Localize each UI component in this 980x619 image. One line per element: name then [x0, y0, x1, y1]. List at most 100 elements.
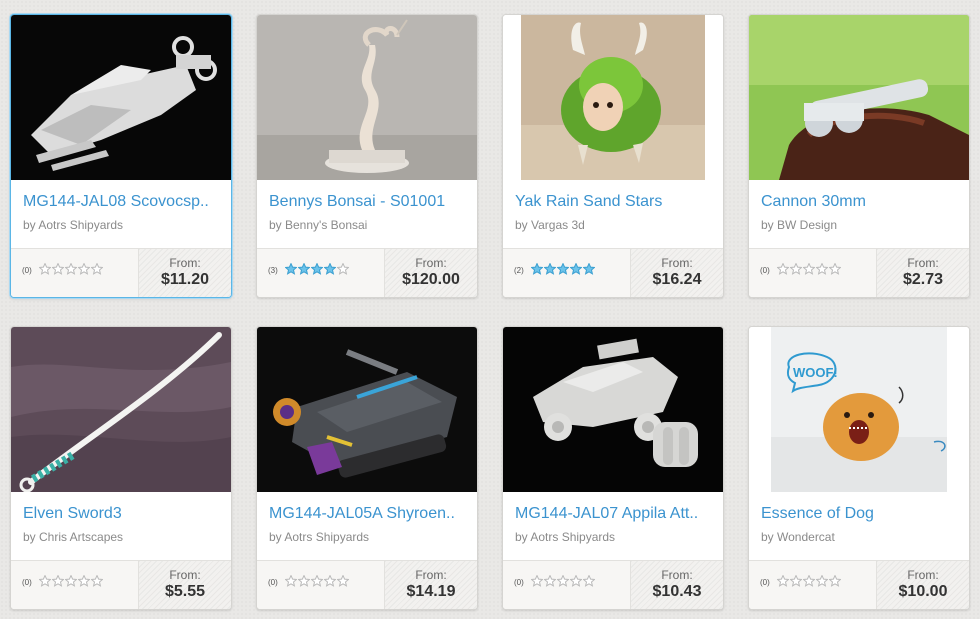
star-empty-icon — [298, 575, 310, 587]
star-filled-icon — [285, 263, 297, 275]
star-empty-icon — [65, 575, 77, 587]
star-empty-icon — [39, 263, 51, 275]
star-empty-icon — [790, 575, 802, 587]
product-thumbnail[interactable]: WOOF! — [749, 327, 969, 492]
from-label: From: — [169, 568, 201, 582]
product-author[interactable]: by BW Design — [761, 218, 837, 232]
product-title[interactable]: Bennys Bonsai - S01001 — [269, 193, 469, 211]
star-filled-icon — [544, 263, 556, 275]
product-price: $14.19 — [406, 583, 456, 600]
review-count: (0) — [22, 266, 32, 275]
product-price: $120.00 — [402, 271, 460, 288]
product-price: $11.20 — [160, 271, 210, 288]
star-empty-icon — [777, 263, 789, 275]
star-empty-icon — [790, 263, 802, 275]
product-title[interactable]: Yak Rain Sand Stars — [515, 193, 715, 211]
star-empty-icon — [544, 575, 556, 587]
product-title[interactable]: Essence of Dog — [761, 505, 961, 523]
star-empty-icon — [324, 575, 336, 587]
product-author[interactable]: by Wondercat — [761, 530, 835, 544]
product-author[interactable]: by Aotrs Shipyards — [515, 530, 615, 544]
review-count: (0) — [514, 578, 524, 587]
product-title[interactable]: MG144-JAL07 Appila Att.. — [515, 505, 715, 523]
from-label: From: — [415, 256, 447, 270]
product-thumbnail[interactable] — [257, 327, 477, 492]
star-empty-icon — [570, 575, 582, 587]
product-author[interactable]: by Chris Artscapes — [23, 530, 123, 544]
review-count: (0) — [760, 578, 770, 587]
woof-label: WOOF! — [793, 365, 838, 380]
star-filled-icon — [298, 263, 310, 275]
from-label: From: — [169, 256, 201, 270]
from-label: From: — [907, 256, 939, 270]
product-card[interactable]: Elven Sword3 by Chris Artscapes (0) From… — [10, 326, 232, 610]
review-count: (2) — [514, 266, 524, 275]
price-box: From: $5.55 — [138, 561, 231, 609]
product-card[interactable]: MG144-JAL08 Scovocsp.. by Aotrs Shipyard… — [10, 14, 232, 298]
review-count: (0) — [268, 578, 278, 587]
price-box: From: $2.73 — [876, 249, 969, 297]
product-price: $10.00 — [898, 583, 948, 600]
product-title[interactable]: Cannon 30mm — [761, 193, 961, 211]
product-card[interactable]: MG144-JAL07 Appila Att.. by Aotrs Shipya… — [502, 326, 724, 610]
card-footer: (2) From: $16.24 — [503, 248, 723, 297]
star-empty-icon — [285, 575, 297, 587]
card-footer: (0) From: $10.00 — [749, 560, 969, 609]
star-filled-icon — [324, 263, 336, 275]
product-card[interactable]: Yak Rain Sand Stars by Vargas 3d (2) Fro… — [502, 14, 724, 298]
star-empty-icon — [91, 575, 103, 587]
review-count: (0) — [22, 578, 32, 587]
star-empty-icon — [311, 575, 323, 587]
product-thumbnail[interactable] — [257, 15, 477, 180]
card-footer: (0) From: $2.73 — [749, 248, 969, 297]
star-empty-icon — [78, 575, 90, 587]
product-price: $16.24 — [652, 271, 702, 288]
star-empty-icon — [816, 575, 828, 587]
product-thumbnail[interactable] — [11, 15, 231, 180]
card-footer: (0) From: $5.55 — [11, 560, 231, 609]
star-empty-icon — [829, 575, 841, 587]
star-filled-icon — [557, 263, 569, 275]
price-box: From: $120.00 — [384, 249, 477, 297]
star-empty-icon — [65, 263, 77, 275]
star-empty-icon — [557, 575, 569, 587]
from-label: From: — [415, 568, 447, 582]
product-thumbnail[interactable] — [503, 15, 723, 180]
star-filled-icon — [583, 263, 595, 275]
product-title[interactable]: MG144-JAL08 Scovocsp.. — [23, 193, 223, 211]
review-count: (0) — [760, 266, 770, 275]
product-card[interactable]: WOOF! Essence of Dog by Wondercat (0) Fr… — [748, 326, 970, 610]
star-filled-icon — [531, 263, 543, 275]
product-author[interactable]: by Aotrs Shipyards — [269, 530, 369, 544]
rating-stars — [285, 575, 350, 587]
star-empty-icon — [816, 263, 828, 275]
star-empty-icon — [777, 575, 789, 587]
product-author[interactable]: by Benny's Bonsai — [269, 218, 367, 232]
product-title[interactable]: Elven Sword3 — [23, 505, 223, 523]
rating-stars — [531, 575, 596, 587]
star-empty-icon — [337, 575, 349, 587]
product-card[interactable]: Bennys Bonsai - S01001 by Benny's Bonsai… — [256, 14, 478, 298]
star-empty-icon — [803, 263, 815, 275]
price-box: From: $14.19 — [384, 561, 477, 609]
product-author[interactable]: by Aotrs Shipyards — [23, 218, 123, 232]
from-label: From: — [661, 256, 693, 270]
star-empty-icon — [78, 263, 90, 275]
product-thumbnail[interactable] — [503, 327, 723, 492]
card-footer: (0) From: $14.19 — [257, 560, 477, 609]
price-box: From: $16.24 — [630, 249, 723, 297]
from-label: From: — [907, 568, 939, 582]
product-card[interactable]: Cannon 30mm by BW Design (0) From: $2.73 — [748, 14, 970, 298]
product-title[interactable]: MG144-JAL05A Shyroen.. — [269, 505, 469, 523]
rating-stars — [39, 263, 104, 275]
rating-stars — [531, 263, 596, 275]
from-label: From: — [661, 568, 693, 582]
star-empty-icon — [39, 575, 51, 587]
price-box: From: $11.20 — [138, 249, 231, 297]
star-empty-icon — [803, 575, 815, 587]
star-empty-icon — [583, 575, 595, 587]
product-card[interactable]: MG144-JAL05A Shyroen.. by Aotrs Shipyard… — [256, 326, 478, 610]
product-thumbnail[interactable] — [749, 15, 969, 180]
product-thumbnail[interactable] — [11, 327, 231, 492]
product-author[interactable]: by Vargas 3d — [515, 218, 585, 232]
